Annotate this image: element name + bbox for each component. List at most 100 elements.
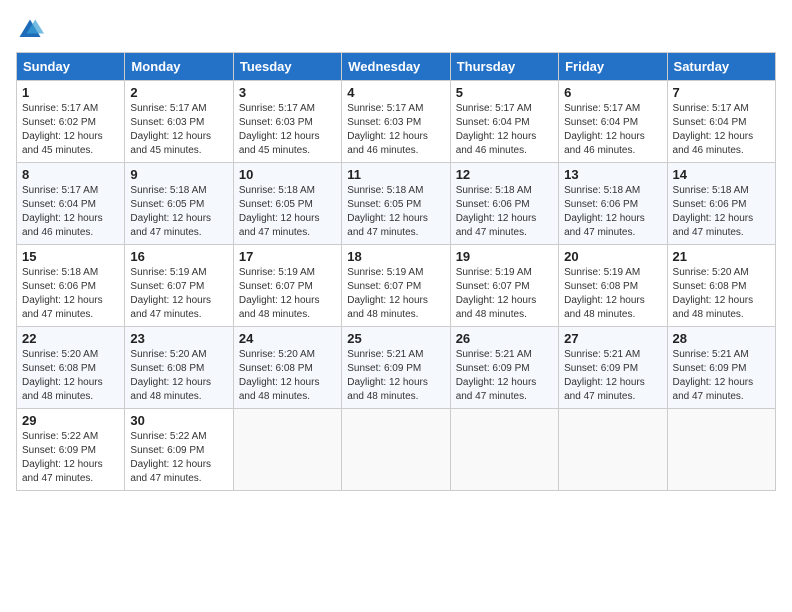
sunrise-label: Sunrise: 5:17 AM (22, 103, 98, 114)
calendar-cell: 6 Sunrise: 5:17 AM Sunset: 6:04 PM Dayli… (559, 81, 667, 163)
day-number: 12 (456, 167, 553, 182)
daylight-label: Daylight: 12 hours and 47 minutes. (564, 213, 645, 238)
col-tuesday: Tuesday (233, 53, 341, 81)
daylight-label: Daylight: 12 hours and 48 minutes. (347, 295, 428, 320)
daylight-label: Daylight: 12 hours and 47 minutes. (564, 377, 645, 402)
day-number: 25 (347, 331, 444, 346)
sunrise-label: Sunrise: 5:22 AM (22, 431, 98, 442)
calendar-cell: 29 Sunrise: 5:22 AM Sunset: 6:09 PM Dayl… (17, 409, 125, 491)
daylight-label: Daylight: 12 hours and 46 minutes. (22, 213, 103, 238)
day-info: Sunrise: 5:17 AM Sunset: 6:03 PM Dayligh… (130, 102, 227, 158)
sunrise-label: Sunrise: 5:22 AM (130, 431, 206, 442)
sunrise-label: Sunrise: 5:17 AM (347, 103, 423, 114)
day-info: Sunrise: 5:17 AM Sunset: 6:03 PM Dayligh… (347, 102, 444, 158)
col-saturday: Saturday (667, 53, 775, 81)
sunset-label: Sunset: 6:03 PM (239, 117, 313, 128)
daylight-label: Daylight: 12 hours and 48 minutes. (239, 295, 320, 320)
day-info: Sunrise: 5:19 AM Sunset: 6:07 PM Dayligh… (130, 266, 227, 322)
day-info: Sunrise: 5:20 AM Sunset: 6:08 PM Dayligh… (673, 266, 770, 322)
sunrise-label: Sunrise: 5:18 AM (456, 185, 532, 196)
day-number: 27 (564, 331, 661, 346)
calendar-cell: 19 Sunrise: 5:19 AM Sunset: 6:07 PM Dayl… (450, 245, 558, 327)
day-number: 28 (673, 331, 770, 346)
sunset-label: Sunset: 6:07 PM (347, 281, 421, 292)
day-info: Sunrise: 5:18 AM Sunset: 6:06 PM Dayligh… (564, 184, 661, 240)
daylight-label: Daylight: 12 hours and 47 minutes. (130, 213, 211, 238)
day-number: 1 (22, 85, 119, 100)
calendar-cell: 11 Sunrise: 5:18 AM Sunset: 6:05 PM Dayl… (342, 163, 450, 245)
daylight-label: Daylight: 12 hours and 47 minutes. (347, 213, 428, 238)
daylight-label: Daylight: 12 hours and 48 minutes. (239, 377, 320, 402)
day-info: Sunrise: 5:17 AM Sunset: 6:02 PM Dayligh… (22, 102, 119, 158)
sunset-label: Sunset: 6:04 PM (456, 117, 530, 128)
sunset-label: Sunset: 6:06 PM (673, 199, 747, 210)
day-info: Sunrise: 5:19 AM Sunset: 6:07 PM Dayligh… (456, 266, 553, 322)
day-info: Sunrise: 5:20 AM Sunset: 6:08 PM Dayligh… (239, 348, 336, 404)
sunrise-label: Sunrise: 5:20 AM (22, 349, 98, 360)
calendar-cell: 24 Sunrise: 5:20 AM Sunset: 6:08 PM Dayl… (233, 327, 341, 409)
calendar-cell: 22 Sunrise: 5:20 AM Sunset: 6:08 PM Dayl… (17, 327, 125, 409)
sunset-label: Sunset: 6:08 PM (564, 281, 638, 292)
sunrise-label: Sunrise: 5:18 AM (239, 185, 315, 196)
calendar-cell: 16 Sunrise: 5:19 AM Sunset: 6:07 PM Dayl… (125, 245, 233, 327)
calendar-cell: 9 Sunrise: 5:18 AM Sunset: 6:05 PM Dayli… (125, 163, 233, 245)
calendar-table: Sunday Monday Tuesday Wednesday Thursday… (16, 52, 776, 491)
day-number: 7 (673, 85, 770, 100)
sunset-label: Sunset: 6:08 PM (22, 363, 96, 374)
sunrise-label: Sunrise: 5:21 AM (456, 349, 532, 360)
calendar-cell (450, 409, 558, 491)
sunset-label: Sunset: 6:09 PM (456, 363, 530, 374)
calendar-cell: 2 Sunrise: 5:17 AM Sunset: 6:03 PM Dayli… (125, 81, 233, 163)
calendar-week-row: 15 Sunrise: 5:18 AM Sunset: 6:06 PM Dayl… (17, 245, 776, 327)
calendar-cell (667, 409, 775, 491)
daylight-label: Daylight: 12 hours and 45 minutes. (239, 131, 320, 156)
calendar-cell: 20 Sunrise: 5:19 AM Sunset: 6:08 PM Dayl… (559, 245, 667, 327)
calendar-week-row: 29 Sunrise: 5:22 AM Sunset: 6:09 PM Dayl… (17, 409, 776, 491)
daylight-label: Daylight: 12 hours and 47 minutes. (130, 295, 211, 320)
sunrise-label: Sunrise: 5:21 AM (347, 349, 423, 360)
sunset-label: Sunset: 6:07 PM (130, 281, 204, 292)
calendar-cell (233, 409, 341, 491)
calendar-cell: 3 Sunrise: 5:17 AM Sunset: 6:03 PM Dayli… (233, 81, 341, 163)
daylight-label: Daylight: 12 hours and 47 minutes. (130, 459, 211, 484)
day-info: Sunrise: 5:20 AM Sunset: 6:08 PM Dayligh… (22, 348, 119, 404)
logo (16, 16, 46, 44)
day-info: Sunrise: 5:18 AM Sunset: 6:05 PM Dayligh… (347, 184, 444, 240)
col-monday: Monday (125, 53, 233, 81)
calendar-week-row: 8 Sunrise: 5:17 AM Sunset: 6:04 PM Dayli… (17, 163, 776, 245)
calendar-cell: 8 Sunrise: 5:17 AM Sunset: 6:04 PM Dayli… (17, 163, 125, 245)
day-number: 23 (130, 331, 227, 346)
calendar-cell: 27 Sunrise: 5:21 AM Sunset: 6:09 PM Dayl… (559, 327, 667, 409)
daylight-label: Daylight: 12 hours and 47 minutes. (456, 213, 537, 238)
sunset-label: Sunset: 6:06 PM (22, 281, 96, 292)
sunrise-label: Sunrise: 5:19 AM (456, 267, 532, 278)
calendar-cell: 30 Sunrise: 5:22 AM Sunset: 6:09 PM Dayl… (125, 409, 233, 491)
sunrise-label: Sunrise: 5:17 AM (456, 103, 532, 114)
calendar-cell: 14 Sunrise: 5:18 AM Sunset: 6:06 PM Dayl… (667, 163, 775, 245)
calendar-cell: 25 Sunrise: 5:21 AM Sunset: 6:09 PM Dayl… (342, 327, 450, 409)
sunset-label: Sunset: 6:04 PM (22, 199, 96, 210)
sunrise-label: Sunrise: 5:18 AM (673, 185, 749, 196)
day-info: Sunrise: 5:19 AM Sunset: 6:08 PM Dayligh… (564, 266, 661, 322)
calendar-cell: 1 Sunrise: 5:17 AM Sunset: 6:02 PM Dayli… (17, 81, 125, 163)
sunrise-label: Sunrise: 5:17 AM (564, 103, 640, 114)
sunset-label: Sunset: 6:05 PM (239, 199, 313, 210)
day-number: 20 (564, 249, 661, 264)
day-info: Sunrise: 5:21 AM Sunset: 6:09 PM Dayligh… (564, 348, 661, 404)
daylight-label: Daylight: 12 hours and 45 minutes. (130, 131, 211, 156)
calendar-cell: 10 Sunrise: 5:18 AM Sunset: 6:05 PM Dayl… (233, 163, 341, 245)
calendar-cell: 12 Sunrise: 5:18 AM Sunset: 6:06 PM Dayl… (450, 163, 558, 245)
day-number: 9 (130, 167, 227, 182)
col-sunday: Sunday (17, 53, 125, 81)
sunset-label: Sunset: 6:09 PM (347, 363, 421, 374)
day-info: Sunrise: 5:21 AM Sunset: 6:09 PM Dayligh… (456, 348, 553, 404)
day-info: Sunrise: 5:18 AM Sunset: 6:06 PM Dayligh… (22, 266, 119, 322)
sunrise-label: Sunrise: 5:21 AM (564, 349, 640, 360)
day-number: 18 (347, 249, 444, 264)
day-number: 4 (347, 85, 444, 100)
day-number: 26 (456, 331, 553, 346)
day-info: Sunrise: 5:17 AM Sunset: 6:04 PM Dayligh… (564, 102, 661, 158)
day-info: Sunrise: 5:17 AM Sunset: 6:04 PM Dayligh… (673, 102, 770, 158)
day-number: 16 (130, 249, 227, 264)
daylight-label: Daylight: 12 hours and 48 minutes. (673, 295, 754, 320)
